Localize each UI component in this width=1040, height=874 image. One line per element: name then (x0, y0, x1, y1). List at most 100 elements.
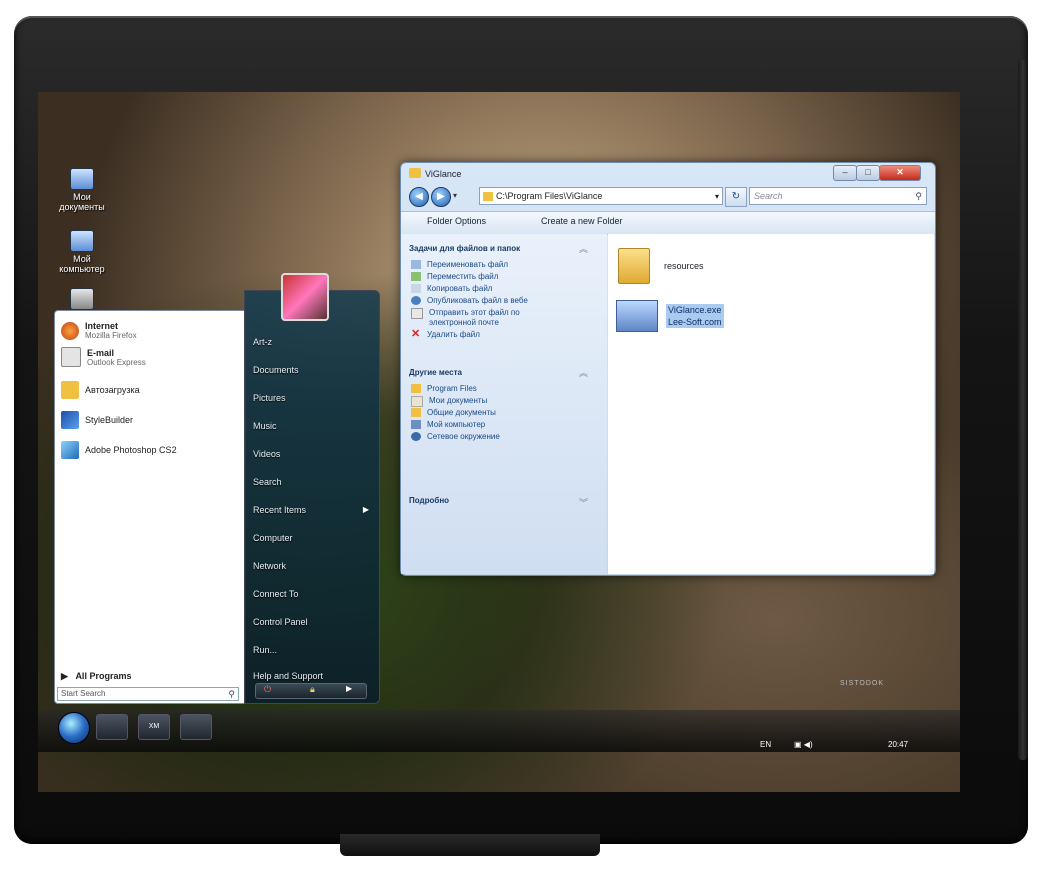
task-label: Опубликовать файл в вебе (427, 296, 528, 305)
search-icon[interactable]: ⚲ (228, 688, 235, 700)
task-delete[interactable]: ✕ Удалить файл (411, 328, 480, 340)
move-icon (411, 272, 421, 281)
tray-icons[interactable]: ▣ ◀) (794, 740, 813, 754)
delete-icon: ✕ (411, 328, 421, 340)
start-pinned-internet[interactable]: Internet Mozilla Firefox (61, 321, 137, 340)
place-label: Общие документы (427, 408, 496, 417)
monitor-side-buttons (1018, 60, 1028, 760)
task-group-heading[interactable]: Задачи для файлов и папок (409, 244, 520, 253)
refresh-button[interactable]: ↻ (725, 187, 747, 207)
start-recent-stylebuilder[interactable]: StyleBuilder (61, 411, 133, 429)
start-link-videos[interactable]: Videos (253, 449, 280, 459)
start-search-placeholder: Start Search (61, 689, 106, 698)
task-copy[interactable]: Копировать файл (411, 284, 492, 294)
place-shared-documents[interactable]: Общие документы (411, 408, 496, 418)
start-link-help[interactable]: Help and Support (253, 671, 323, 681)
chevron-down-icon[interactable]: ▾ (715, 188, 719, 205)
collapse-icon[interactable]: ︽ (579, 366, 588, 379)
file-subtitle: Lee-Soft.com (666, 316, 724, 328)
documents-icon (411, 396, 423, 407)
start-link-connect-to[interactable]: Connect To (253, 589, 298, 599)
start-link-art-z[interactable]: Art-z (253, 337, 272, 347)
start-button[interactable] (58, 712, 90, 744)
place-my-documents[interactable]: Мои документы (411, 396, 487, 407)
task-publish[interactable]: Опубликовать файл в вебе (411, 296, 528, 306)
task-group-heading[interactable]: Подробно (409, 496, 449, 505)
address-bar[interactable]: C:\Program Files\ViGlance ▾ (479, 187, 723, 205)
power-buttons[interactable]: ⏻ 🔒︎ ▶ (255, 683, 367, 699)
close-button[interactable]: ✕ (879, 165, 921, 181)
task-email[interactable]: Отправить этот файл по электронной почте (411, 308, 561, 328)
computer-icon (70, 230, 94, 252)
copy-icon (411, 284, 421, 293)
stylebuilder-icon (61, 411, 79, 429)
start-recent-photoshop[interactable]: Adobe Photoshop CS2 (61, 441, 177, 459)
volume-icon[interactable]: ◀) (804, 740, 813, 749)
file-item-viglance[interactable]: ViGlance.exe Lee-Soft.com (616, 300, 724, 332)
user-avatar[interactable] (281, 273, 329, 321)
file-list: resources ViGlance.exe Lee-Soft.com (608, 234, 934, 574)
forward-button[interactable]: ▶ (431, 187, 451, 207)
clock[interactable]: 20:47 (888, 740, 908, 754)
place-label: Сетевое окружение (427, 432, 500, 441)
recent-label: StyleBuilder (85, 415, 134, 425)
back-arrow-icon: ◀ (415, 191, 423, 202)
start-link-search[interactable]: Search (253, 477, 282, 487)
taskbar-app-computer[interactable] (96, 714, 128, 740)
start-link-computer[interactable]: Computer (253, 533, 293, 543)
file-item-resources[interactable]: resources (618, 248, 704, 284)
computer-icon (411, 420, 421, 429)
new-folder-button[interactable]: Create a new Folder (541, 216, 623, 226)
explorer-window[interactable]: ViGlance – □ ✕ ◀ ▶ ▾ C:\Program Files\Vi… (400, 162, 936, 576)
taskbar-app-photoshop[interactable] (180, 714, 212, 740)
start-menu-programs: Internet Mozilla Firefox E-mail Outlook Ex… (54, 310, 246, 704)
task-group-heading[interactable]: Другие места (409, 368, 462, 377)
start-link-documents[interactable]: Documents (253, 365, 299, 375)
search-input[interactable]: Search ⚲ (749, 187, 927, 205)
expand-icon[interactable]: ︾ (579, 496, 588, 509)
start-link-recent-items[interactable]: Recent Items (253, 505, 306, 515)
folder-options-button[interactable]: Folder Options (427, 216, 486, 226)
start-search-input[interactable]: Start Search ⚲ (57, 687, 239, 701)
maximize-button[interactable]: □ (856, 165, 880, 181)
history-dropdown-icon[interactable]: ▾ (453, 191, 457, 200)
chevron-right-icon[interactable]: ▶ (346, 684, 352, 693)
start-link-run[interactable]: Run... (253, 645, 277, 655)
desktop-icon-documents[interactable]: Мои документы (52, 168, 112, 212)
brand-logo: SISTODOK (840, 680, 885, 687)
place-my-computer[interactable]: Мой компьютер (411, 420, 485, 430)
xm-icon: XM (148, 723, 160, 730)
desktop-screen: Мои документы Мой компьютер ViGlance – □… (38, 92, 960, 792)
desktop-icon-label: Мой компьютер (59, 254, 105, 274)
desktop-icon-label: Мои документы (59, 192, 105, 212)
globe-icon (411, 296, 421, 305)
search-icon[interactable]: ⚲ (915, 188, 922, 205)
taskbar (38, 710, 960, 752)
start-link-music[interactable]: Music (253, 421, 277, 431)
window-title: ViGlance (425, 169, 462, 179)
start-link-pictures[interactable]: Pictures (253, 393, 286, 403)
start-link-control-panel[interactable]: Control Panel (253, 617, 308, 627)
collapse-icon[interactable]: ︽ (579, 242, 588, 255)
task-move[interactable]: Переместить файл (411, 272, 498, 282)
power-icon[interactable]: ⏻ (264, 684, 271, 695)
place-program-files[interactable]: Program Files (411, 384, 477, 394)
start-menu: Internet Mozilla Firefox E-mail Outlook Ex… (54, 273, 380, 710)
network-icon[interactable]: ▣ (794, 740, 802, 749)
place-network[interactable]: Сетевое окружение (411, 432, 500, 442)
task-rename[interactable]: Переименовать файл (411, 260, 508, 270)
start-recent-autostart[interactable]: Автозагрузка (61, 381, 140, 399)
file-name: resources (664, 261, 704, 271)
minimize-button[interactable]: – (833, 165, 857, 181)
language-indicator[interactable]: EN (760, 740, 771, 754)
tasks-pane: Задачи для файлов и папок ︽ Переименоват… (401, 234, 607, 574)
task-label: Переместить файл (427, 272, 499, 281)
lock-icon[interactable]: 🔒︎ (310, 684, 315, 695)
taskbar-app-xm[interactable]: XM (138, 714, 170, 740)
start-pinned-email[interactable]: E-mail Outlook Express (61, 347, 146, 367)
desktop-icon-computer[interactable]: Мой компьютер (52, 230, 112, 274)
start-link-network[interactable]: Network (253, 561, 286, 571)
all-programs-button[interactable]: ▶ All Programs (61, 671, 131, 682)
pinned-title: E-mail (87, 347, 115, 358)
back-button[interactable]: ◀ (409, 187, 429, 207)
